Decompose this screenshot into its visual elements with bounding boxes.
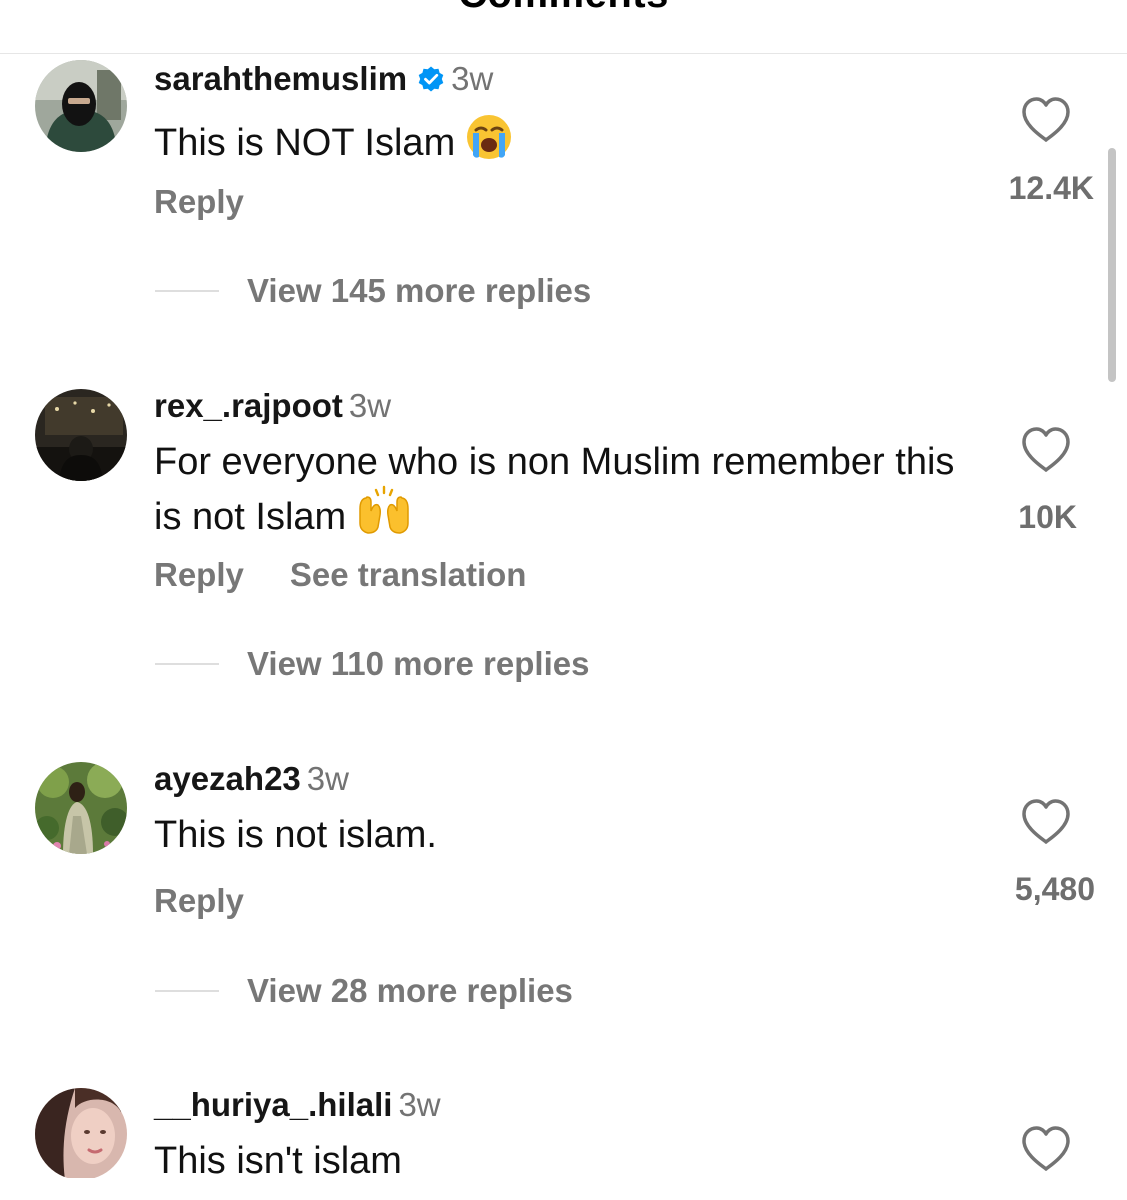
- comment-time: 3w: [398, 1086, 441, 1123]
- username[interactable]: __huriya_.hilali: [154, 1086, 392, 1123]
- comment-meta: __huriya_.hilali 3w: [154, 1085, 441, 1125]
- bottom-edge: [0, 1178, 1127, 1200]
- comment-text: This isn't islam: [154, 1140, 402, 1178]
- comment-text-block: This isn't islam: [154, 1138, 974, 1178]
- avatar[interactable]: [35, 1088, 127, 1178]
- like-heart-icon[interactable]: [1020, 1125, 1072, 1173]
- comment-item: __huriya_.hilali 3w This isn't islam: [0, 0, 1127, 1178]
